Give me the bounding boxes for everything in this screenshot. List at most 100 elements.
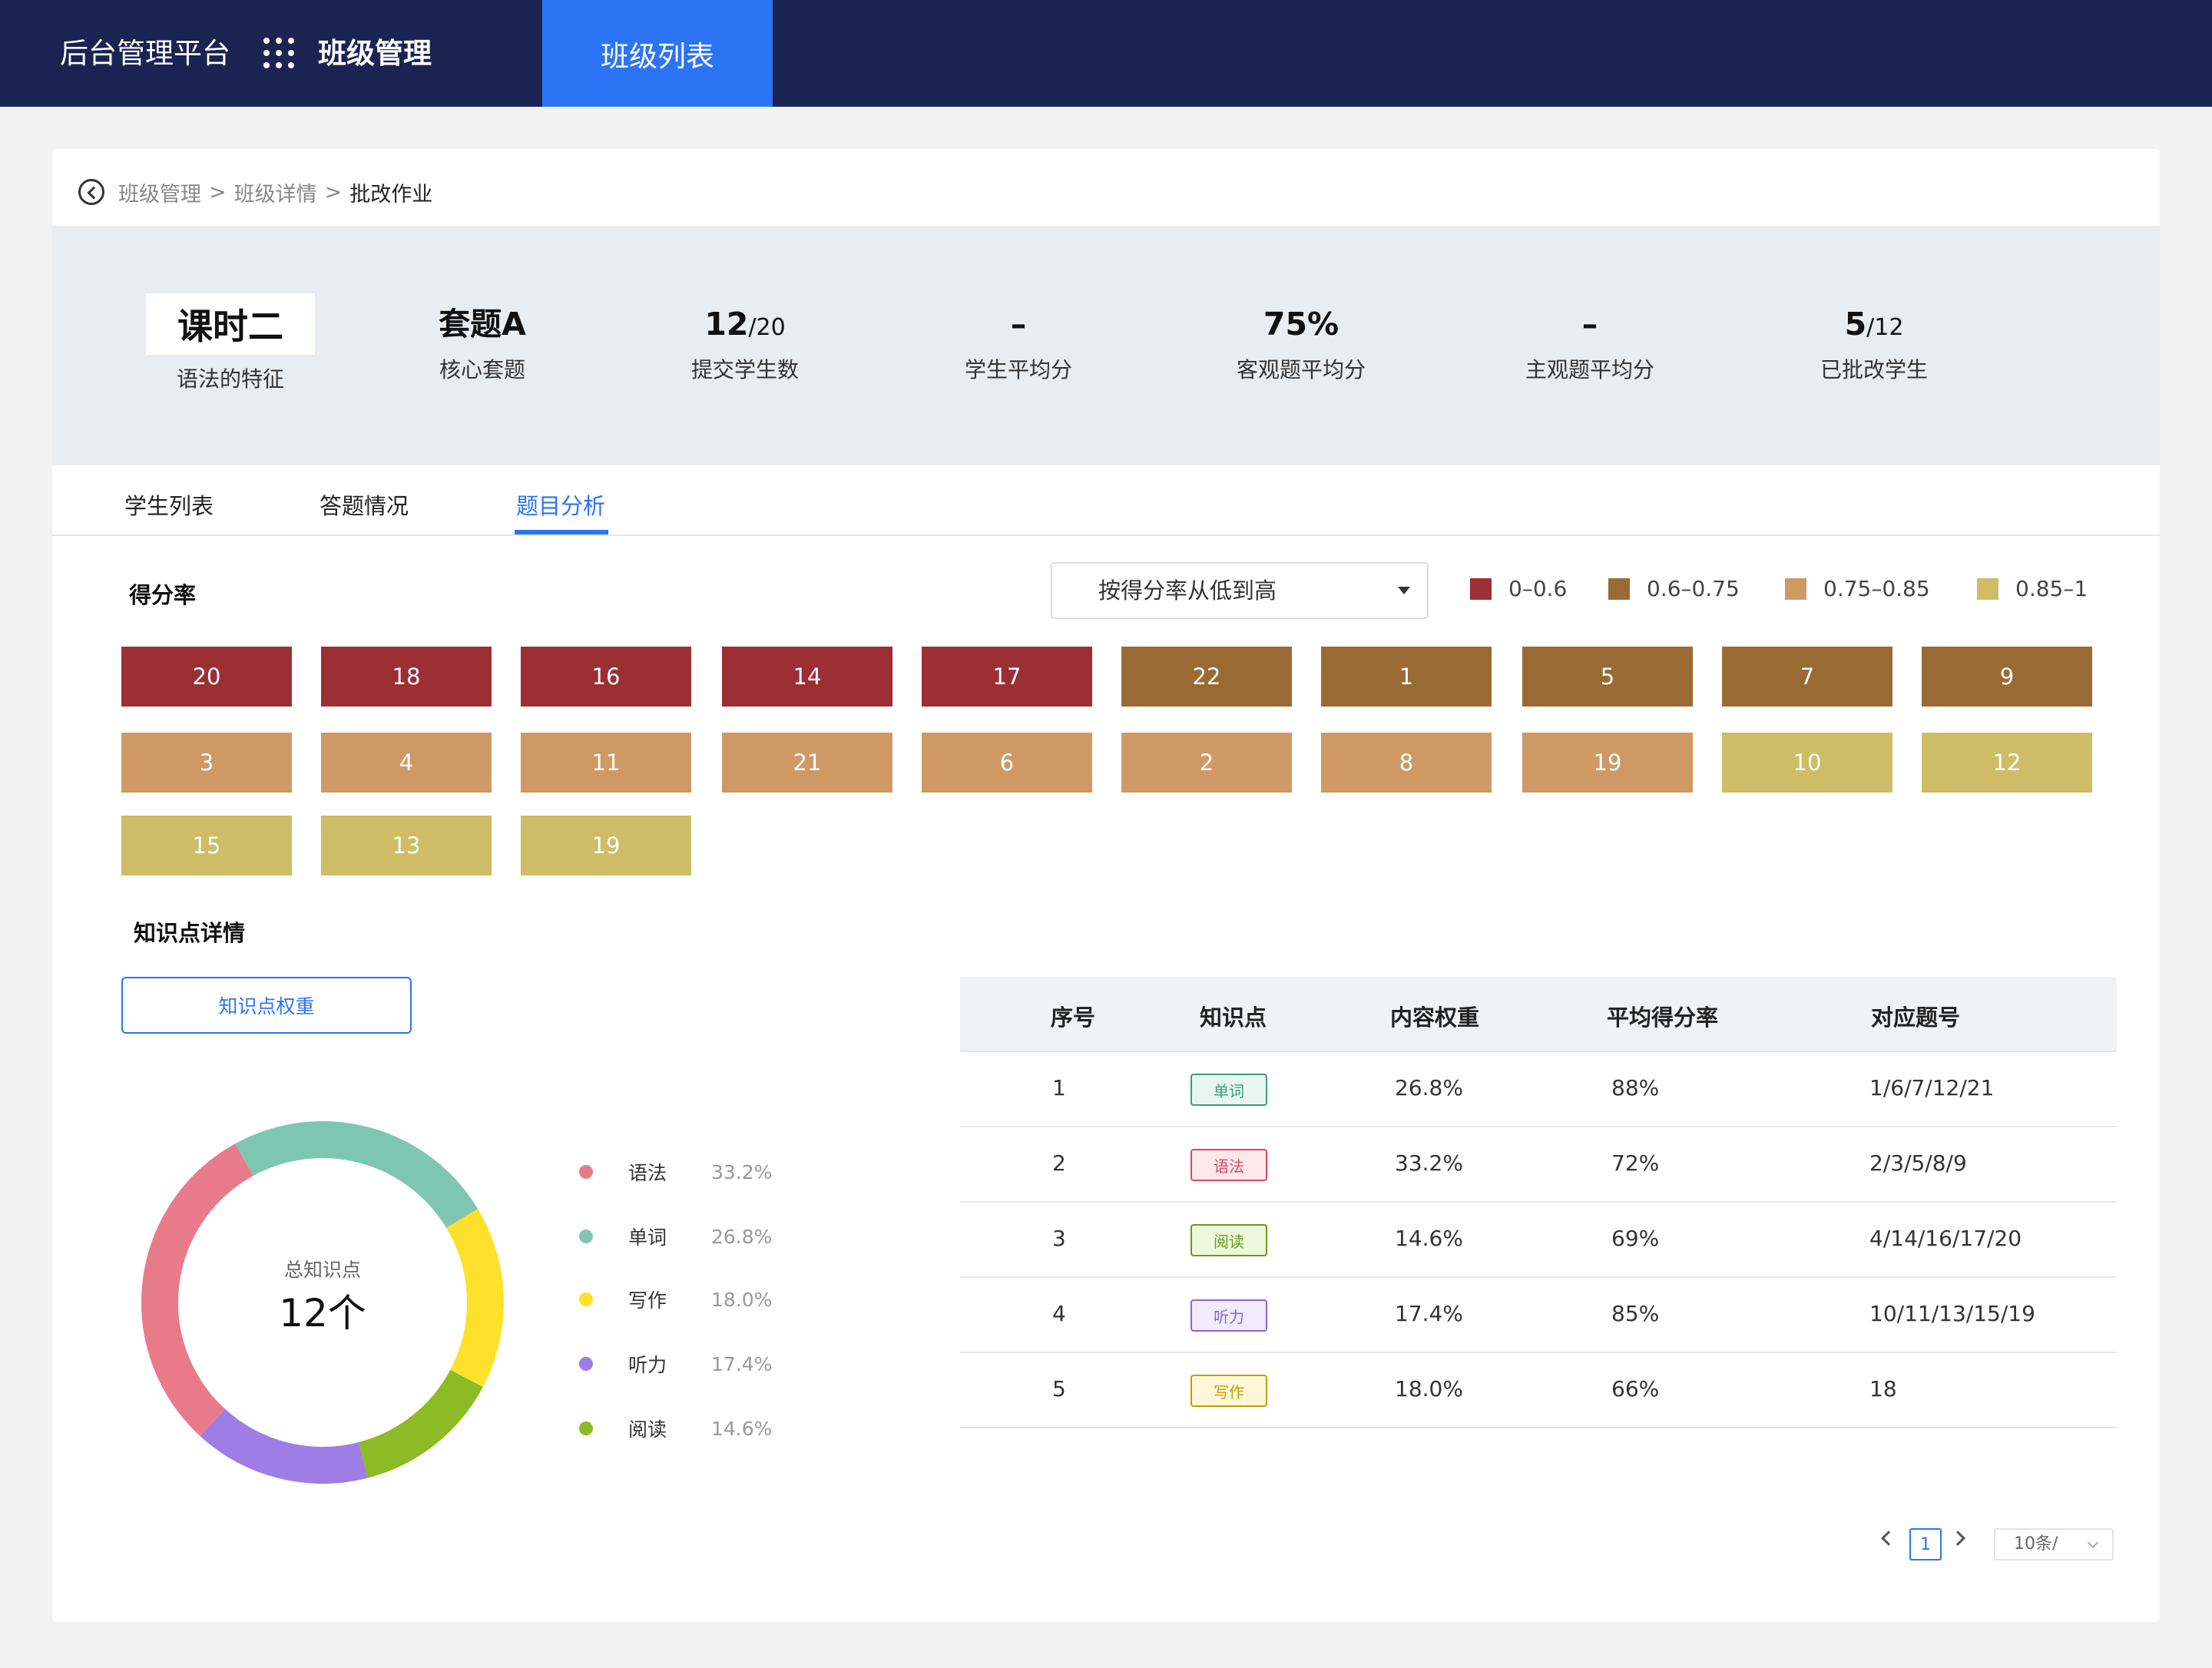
legend-name: 听力 <box>628 1354 667 1376</box>
stat-submitted: 12/20 提交学生数 <box>630 301 860 384</box>
sort-select[interactable]: 按得分率从低到高 <box>1051 562 1429 619</box>
question-cell[interactable]: 11 <box>521 733 691 793</box>
app-grid-icon[interactable] <box>261 35 296 71</box>
score-rate-title: 得分率 <box>129 582 197 608</box>
donut-segment <box>200 1408 368 1484</box>
cell-avg-rate: 88% <box>1611 1075 1660 1100</box>
question-cell[interactable]: 19 <box>521 816 691 875</box>
question-cell[interactable]: 4 <box>321 733 492 793</box>
tab-class-list[interactable]: 班级列表 <box>542 0 773 107</box>
legend-dot <box>579 1165 593 1179</box>
question-cell[interactable]: 2 <box>1121 733 1292 793</box>
cell-questions: 1/6/7/12/21 <box>1869 1075 1995 1100</box>
donut-center-label: 总知识点 <box>283 1259 361 1281</box>
question-cell[interactable]: 14 <box>722 647 892 707</box>
question-cell[interactable]: 1 <box>1321 647 1492 707</box>
question-cell[interactable]: 15 <box>121 816 292 875</box>
content-tabs: 学生列表 答题情况 题目分析 <box>52 465 2160 536</box>
col-avg-rate: 平均得分率 <box>1607 1004 1719 1031</box>
knowledge-weight-button[interactable]: 知识点权重 <box>121 977 412 1034</box>
legend-dot <box>579 1292 593 1306</box>
breadcrumb-class-detail[interactable]: 班级详情 <box>234 177 317 207</box>
cell-questions: 4/14/16/17/20 <box>1869 1226 2022 1251</box>
legend-percent: 17.4% <box>711 1352 773 1375</box>
question-cell[interactable]: 13 <box>321 816 492 875</box>
cell-questions: 2/3/5/8/9 <box>1869 1150 1967 1176</box>
table-row: 1 单词 26.8% 88% 1/6/7/12/21 <box>960 1052 2117 1127</box>
breadcrumb-class-management[interactable]: 班级管理 <box>118 177 201 207</box>
table-row: 4 听力 17.4% 85% 10/11/13/15/19 <box>960 1278 2117 1353</box>
page-size-select[interactable]: 10条/ <box>1994 1528 2114 1560</box>
lesson-title: 课时二 <box>146 293 315 355</box>
question-cell[interactable]: 22 <box>1121 647 1292 707</box>
question-cell[interactable]: 20 <box>121 647 292 707</box>
stat-value: 套题A <box>439 306 526 343</box>
knowledge-tag: 单词 <box>1190 1074 1267 1106</box>
stat-subjective-avg: – 主观题平均分 <box>1475 301 1705 384</box>
question-cell[interactable]: 10 <box>1722 733 1892 793</box>
donut-legend-item: 单词 26.8% <box>579 1221 772 1252</box>
cell-weight: 18.0% <box>1395 1376 1463 1402</box>
question-cell[interactable]: 21 <box>722 733 892 793</box>
stat-denominator: /20 <box>748 314 786 341</box>
legend-label: 0–0.6 <box>1508 576 1568 601</box>
legend-swatch <box>1977 578 1998 600</box>
legend-percent: 26.8% <box>711 1225 773 1248</box>
knowledge-tag: 语法 <box>1190 1149 1267 1181</box>
prev-page-icon[interactable] <box>1881 1531 1896 1546</box>
legend-name: 单词 <box>628 1226 667 1249</box>
next-page-icon[interactable] <box>1950 1531 1965 1546</box>
tab-question-analysis[interactable]: 题目分析 <box>516 488 605 521</box>
question-cell[interactable]: 17 <box>922 647 1092 707</box>
legend-swatch <box>1785 578 1806 600</box>
question-cell[interactable]: 9 <box>1922 647 2092 707</box>
question-cell[interactable]: 6 <box>922 733 1092 793</box>
question-cell[interactable]: 8 <box>1321 733 1492 793</box>
cell-weight: 33.2% <box>1395 1150 1463 1176</box>
page-size-value: 10条/ <box>2014 1534 2058 1554</box>
cell-questions: 18 <box>1869 1376 1897 1402</box>
cell-weight: 14.6% <box>1395 1226 1463 1251</box>
tab-student-list[interactable]: 学生列表 <box>124 488 214 521</box>
back-icon[interactable] <box>78 179 104 205</box>
legend-swatch <box>1608 578 1630 600</box>
legend-label: 0.6–0.75 <box>1647 576 1740 601</box>
page-number[interactable]: 1 <box>1909 1528 1942 1560</box>
cell-avg-rate: 69% <box>1611 1226 1660 1251</box>
col-knowledge: 知识点 <box>1200 1004 1267 1031</box>
question-cell[interactable]: 7 <box>1722 647 1892 707</box>
active-tab-indicator <box>515 530 608 534</box>
question-cell[interactable]: 5 <box>1522 647 1693 707</box>
donut-legend-item: 语法 33.2% <box>579 1157 772 1187</box>
stat-value: 12 <box>704 306 749 343</box>
stat-label: 提交学生数 <box>690 357 799 382</box>
stat-value: – <box>1010 306 1027 343</box>
tab-answers[interactable]: 答题情况 <box>320 488 409 521</box>
stat-objective-avg: 75% 客观题平均分 <box>1186 301 1416 384</box>
legend-swatch <box>1470 578 1492 600</box>
caret-down-icon <box>1398 587 1410 594</box>
knowledge-tag: 听力 <box>1190 1299 1267 1332</box>
cell-weight: 17.4% <box>1395 1301 1463 1326</box>
stat-student-avg: – 学生平均分 <box>903 301 1134 384</box>
cell-index: 2 <box>1052 1150 1066 1176</box>
main-card: 班级管理 > 班级详情 > 批改作业 课时二 语法的特征 套题A 核心套题 12… <box>52 149 2160 1622</box>
stat-label: 学生平均分 <box>964 357 1072 382</box>
top-nav-bar: 后台管理平台 班级管理 班级列表 <box>0 0 2212 107</box>
module-title[interactable]: 班级管理 <box>318 32 432 75</box>
legend-item: 0.85–1 <box>1977 576 2088 601</box>
question-cell[interactable]: 3 <box>121 733 292 793</box>
question-cell[interactable]: 18 <box>321 647 492 707</box>
question-cell[interactable]: 16 <box>521 647 691 707</box>
legend-dot <box>579 1421 593 1435</box>
question-cell[interactable]: 19 <box>1522 733 1693 793</box>
legend-name: 阅读 <box>628 1418 667 1441</box>
legend-label: 0.75–0.85 <box>1823 576 1930 601</box>
donut-legend-item: 听力 17.4% <box>579 1349 772 1379</box>
legend-item: 0.6–0.75 <box>1608 576 1740 601</box>
table-row: 3 阅读 14.6% 69% 4/14/16/17/20 <box>960 1203 2117 1278</box>
knowledge-tag: 阅读 <box>1190 1224 1267 1256</box>
donut-segment <box>358 1369 483 1478</box>
question-cell[interactable]: 12 <box>1922 733 2092 793</box>
stat-graded: 5/12 已批改学生 <box>1759 301 1989 384</box>
